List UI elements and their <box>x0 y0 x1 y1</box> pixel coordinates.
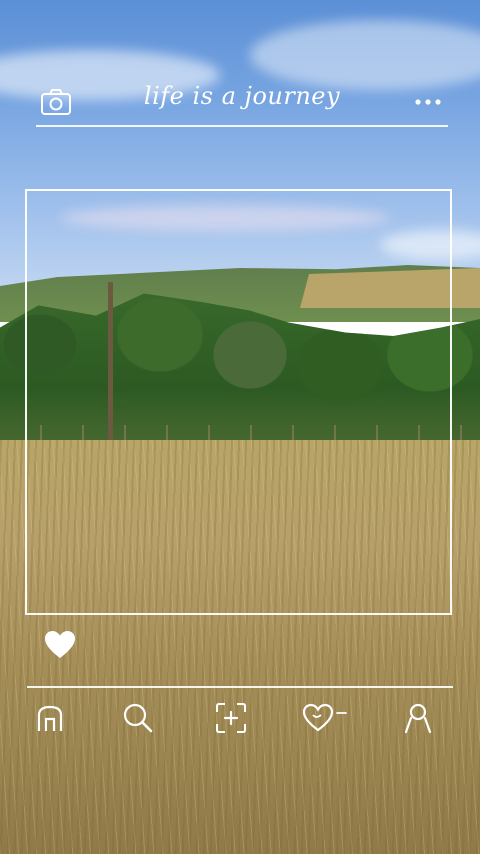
search-icon[interactable] <box>118 698 158 738</box>
header-divider <box>36 125 448 127</box>
profile-icon[interactable] <box>398 698 438 738</box>
camera-icon[interactable] <box>36 82 76 122</box>
add-post-icon[interactable] <box>211 698 251 738</box>
top-bar: life is a journey <box>36 80 448 124</box>
social-post-overlay: life is a journey <box>0 0 480 854</box>
nav-divider <box>27 686 453 688</box>
more-options-icon[interactable] <box>408 82 448 122</box>
home-icon[interactable] <box>30 698 70 738</box>
photo-frame[interactable] <box>25 189 452 615</box>
heart-icon[interactable] <box>40 625 80 665</box>
activity-heart-icon[interactable] <box>300 698 356 738</box>
bottom-nav <box>0 696 480 740</box>
app-title: life is a journey <box>143 82 341 110</box>
